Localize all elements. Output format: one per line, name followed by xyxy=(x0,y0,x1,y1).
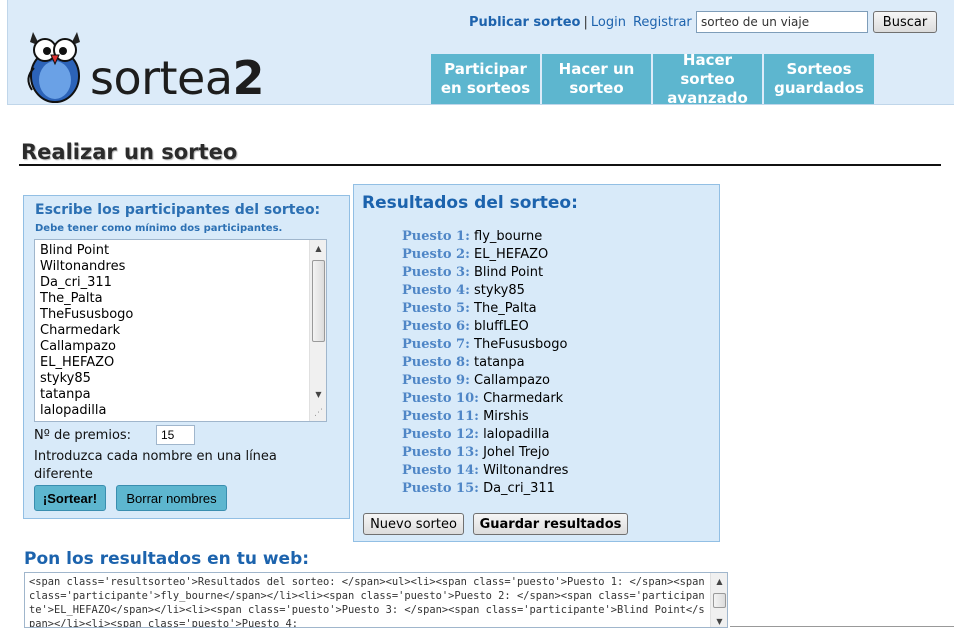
result-row: Puesto 7: TheFususbogo xyxy=(402,336,568,354)
instructions-text: Introduzca cada nombre en una línea dife… xyxy=(34,449,277,482)
login-link[interactable]: Login xyxy=(591,15,626,30)
participant-name: tatanpa xyxy=(40,387,91,402)
link-separator: | xyxy=(583,15,588,30)
participants-scrollbar[interactable]: ▲ ▼ xyxy=(309,240,326,421)
result-place: Puesto 9: xyxy=(402,373,470,388)
owl-mascot-icon[interactable] xyxy=(20,28,90,104)
result-place: Puesto 11: xyxy=(402,409,479,424)
result-name: Johel Trejo xyxy=(483,445,550,460)
result-place: Puesto 13: xyxy=(402,445,479,460)
result-row: Puesto 10: Charmedark xyxy=(402,390,568,408)
result-row: Puesto 5: The_Palta xyxy=(402,300,568,318)
result-row: Puesto 14: Wiltonandres xyxy=(402,462,568,480)
result-name: tatanpa xyxy=(474,355,525,370)
arrow-down-icon[interactable]: ▼ xyxy=(310,386,326,403)
participant-name: The_Palta xyxy=(40,291,103,306)
borrar-nombres-button[interactable]: Borrar nombres xyxy=(116,485,227,511)
result-place: Puesto 12: xyxy=(402,427,479,442)
result-name: Blind Point xyxy=(474,265,544,280)
result-name: Wiltonandres xyxy=(483,463,569,478)
result-place: Puesto 15: xyxy=(402,481,479,496)
search-input[interactable] xyxy=(696,11,868,33)
result-name: styky85 xyxy=(474,283,525,298)
embed-code-textarea[interactable]: <span class='resultsorteo'>Resultados de… xyxy=(24,572,728,628)
result-place: Puesto 2: xyxy=(402,247,470,262)
resize-grip-icon[interactable]: ⋰ xyxy=(314,409,323,418)
result-name: Mirshis xyxy=(483,409,529,424)
participant-name: Callampazo xyxy=(40,339,116,354)
participants-textarea[interactable]: Blind Point Wiltonandres Da_cri_311 The_Pal… xyxy=(34,239,327,422)
sortear-button[interactable]: ¡Sortear! xyxy=(34,485,106,511)
top-links: Publicar sorteo | Login Registrar xyxy=(469,14,692,31)
result-place: Puesto 4: xyxy=(402,283,470,298)
result-row: Puesto 15: Da_cri_311 xyxy=(402,480,568,498)
arrow-up-icon[interactable]: ▲ xyxy=(711,573,727,590)
participant-name: TheFususbogo xyxy=(40,307,134,322)
result-name: Callampazo xyxy=(474,373,550,388)
result-row: Puesto 2: EL_HEFAZO xyxy=(402,246,568,264)
results-list: Puesto 1: fly_bourne Puesto 2: EL_HEFAZO P… xyxy=(402,228,568,498)
publicar-sorteo-link[interactable]: Publicar sorteo xyxy=(469,15,580,30)
scrollbar-thumb[interactable] xyxy=(312,260,325,342)
bottom-divider xyxy=(730,626,954,627)
result-name: EL_HEFAZO xyxy=(474,247,549,262)
result-place: Puesto 7: xyxy=(402,337,470,352)
participants-names: Blind Point Wiltonandres Da_cri_311 The_Pal… xyxy=(40,243,133,419)
search-button[interactable]: Buscar xyxy=(873,11,937,33)
tab-sorteo-avanzado[interactable]: Hacer sorteo avanzado xyxy=(653,51,762,107)
logo-wordmark[interactable]: sortea2 xyxy=(90,51,265,105)
title-divider xyxy=(19,164,941,166)
registrar-link[interactable]: Registrar xyxy=(633,15,692,30)
result-name: fly_bourne xyxy=(474,229,543,244)
result-name: Charmedark xyxy=(483,391,564,406)
embed-heading: Pon los resultados en tu web: xyxy=(24,549,310,569)
result-name: The_Palta xyxy=(474,301,537,316)
premios-label: Nº de premios: xyxy=(34,428,132,443)
result-row: Puesto 12: lalopadilla xyxy=(402,426,568,444)
result-row: Puesto 4: styky85 xyxy=(402,282,568,300)
result-row: Puesto 1: fly_bourne xyxy=(402,228,568,246)
result-place: Puesto 6: xyxy=(402,319,470,334)
result-place: Puesto 8: xyxy=(402,355,470,370)
nuevo-sorteo-button[interactable]: Nuevo sorteo xyxy=(363,513,464,535)
result-row: Puesto 11: Mirshis xyxy=(402,408,568,426)
guardar-resultados-button[interactable]: Guardar resultados xyxy=(473,513,628,535)
result-place: Puesto 10: xyxy=(402,391,479,406)
participants-heading: Escribe los participantes del sorteo: xyxy=(35,202,321,218)
result-place: Puesto 5: xyxy=(402,301,470,316)
participant-name: Wiltonandres xyxy=(40,259,126,274)
arrow-up-icon[interactable]: ▲ xyxy=(310,240,326,257)
participant-name: EL_HEFAZO xyxy=(40,355,115,370)
participant-name: lalopadilla xyxy=(40,403,107,418)
result-name: Da_cri_311 xyxy=(483,481,555,496)
tab-participar[interactable]: Participar en sorteos xyxy=(431,54,540,104)
result-row: Puesto 9: Callampazo xyxy=(402,372,568,390)
premios-input[interactable] xyxy=(156,425,195,445)
result-place: Puesto 14: xyxy=(402,463,479,478)
result-name: bluffLEO xyxy=(474,319,529,334)
page-title: Realizar un sorteo xyxy=(21,140,238,164)
result-row: Puesto 6: bluffLEO xyxy=(402,318,568,336)
participants-note: Debe tener como mínimo dos participantes… xyxy=(35,223,283,234)
embed-scrollbar[interactable]: ▲ ▼ xyxy=(710,573,727,627)
embed-code: <span class='resultsorteo'>Resultados de… xyxy=(29,576,711,628)
result-place: Puesto 3: xyxy=(402,265,470,280)
result-place: Puesto 1: xyxy=(402,229,470,244)
arrow-down-icon[interactable]: ▼ xyxy=(711,613,727,627)
participant-name: styky85 xyxy=(40,371,91,386)
logo-text-bold: 2 xyxy=(232,51,265,105)
result-row: Puesto 13: Johel Trejo xyxy=(402,444,568,462)
results-heading: Resultados del sorteo: xyxy=(362,193,578,213)
result-row: Puesto 8: tatanpa xyxy=(402,354,568,372)
participant-name: Charmedark xyxy=(40,323,121,338)
participant-name: Blind Point xyxy=(40,243,110,258)
tab-sorteos-guardados[interactable]: Sorteos guardados xyxy=(764,54,874,104)
tab-hacer-sorteo[interactable]: Hacer un sorteo xyxy=(542,54,651,104)
logo-text-light: sortea xyxy=(90,51,233,105)
result-name: TheFususbogo xyxy=(474,337,568,352)
participant-name: Da_cri_311 xyxy=(40,275,112,290)
scrollbar-thumb[interactable] xyxy=(713,593,726,608)
result-row: Puesto 3: Blind Point xyxy=(402,264,568,282)
result-name: lalopadilla xyxy=(483,427,550,442)
